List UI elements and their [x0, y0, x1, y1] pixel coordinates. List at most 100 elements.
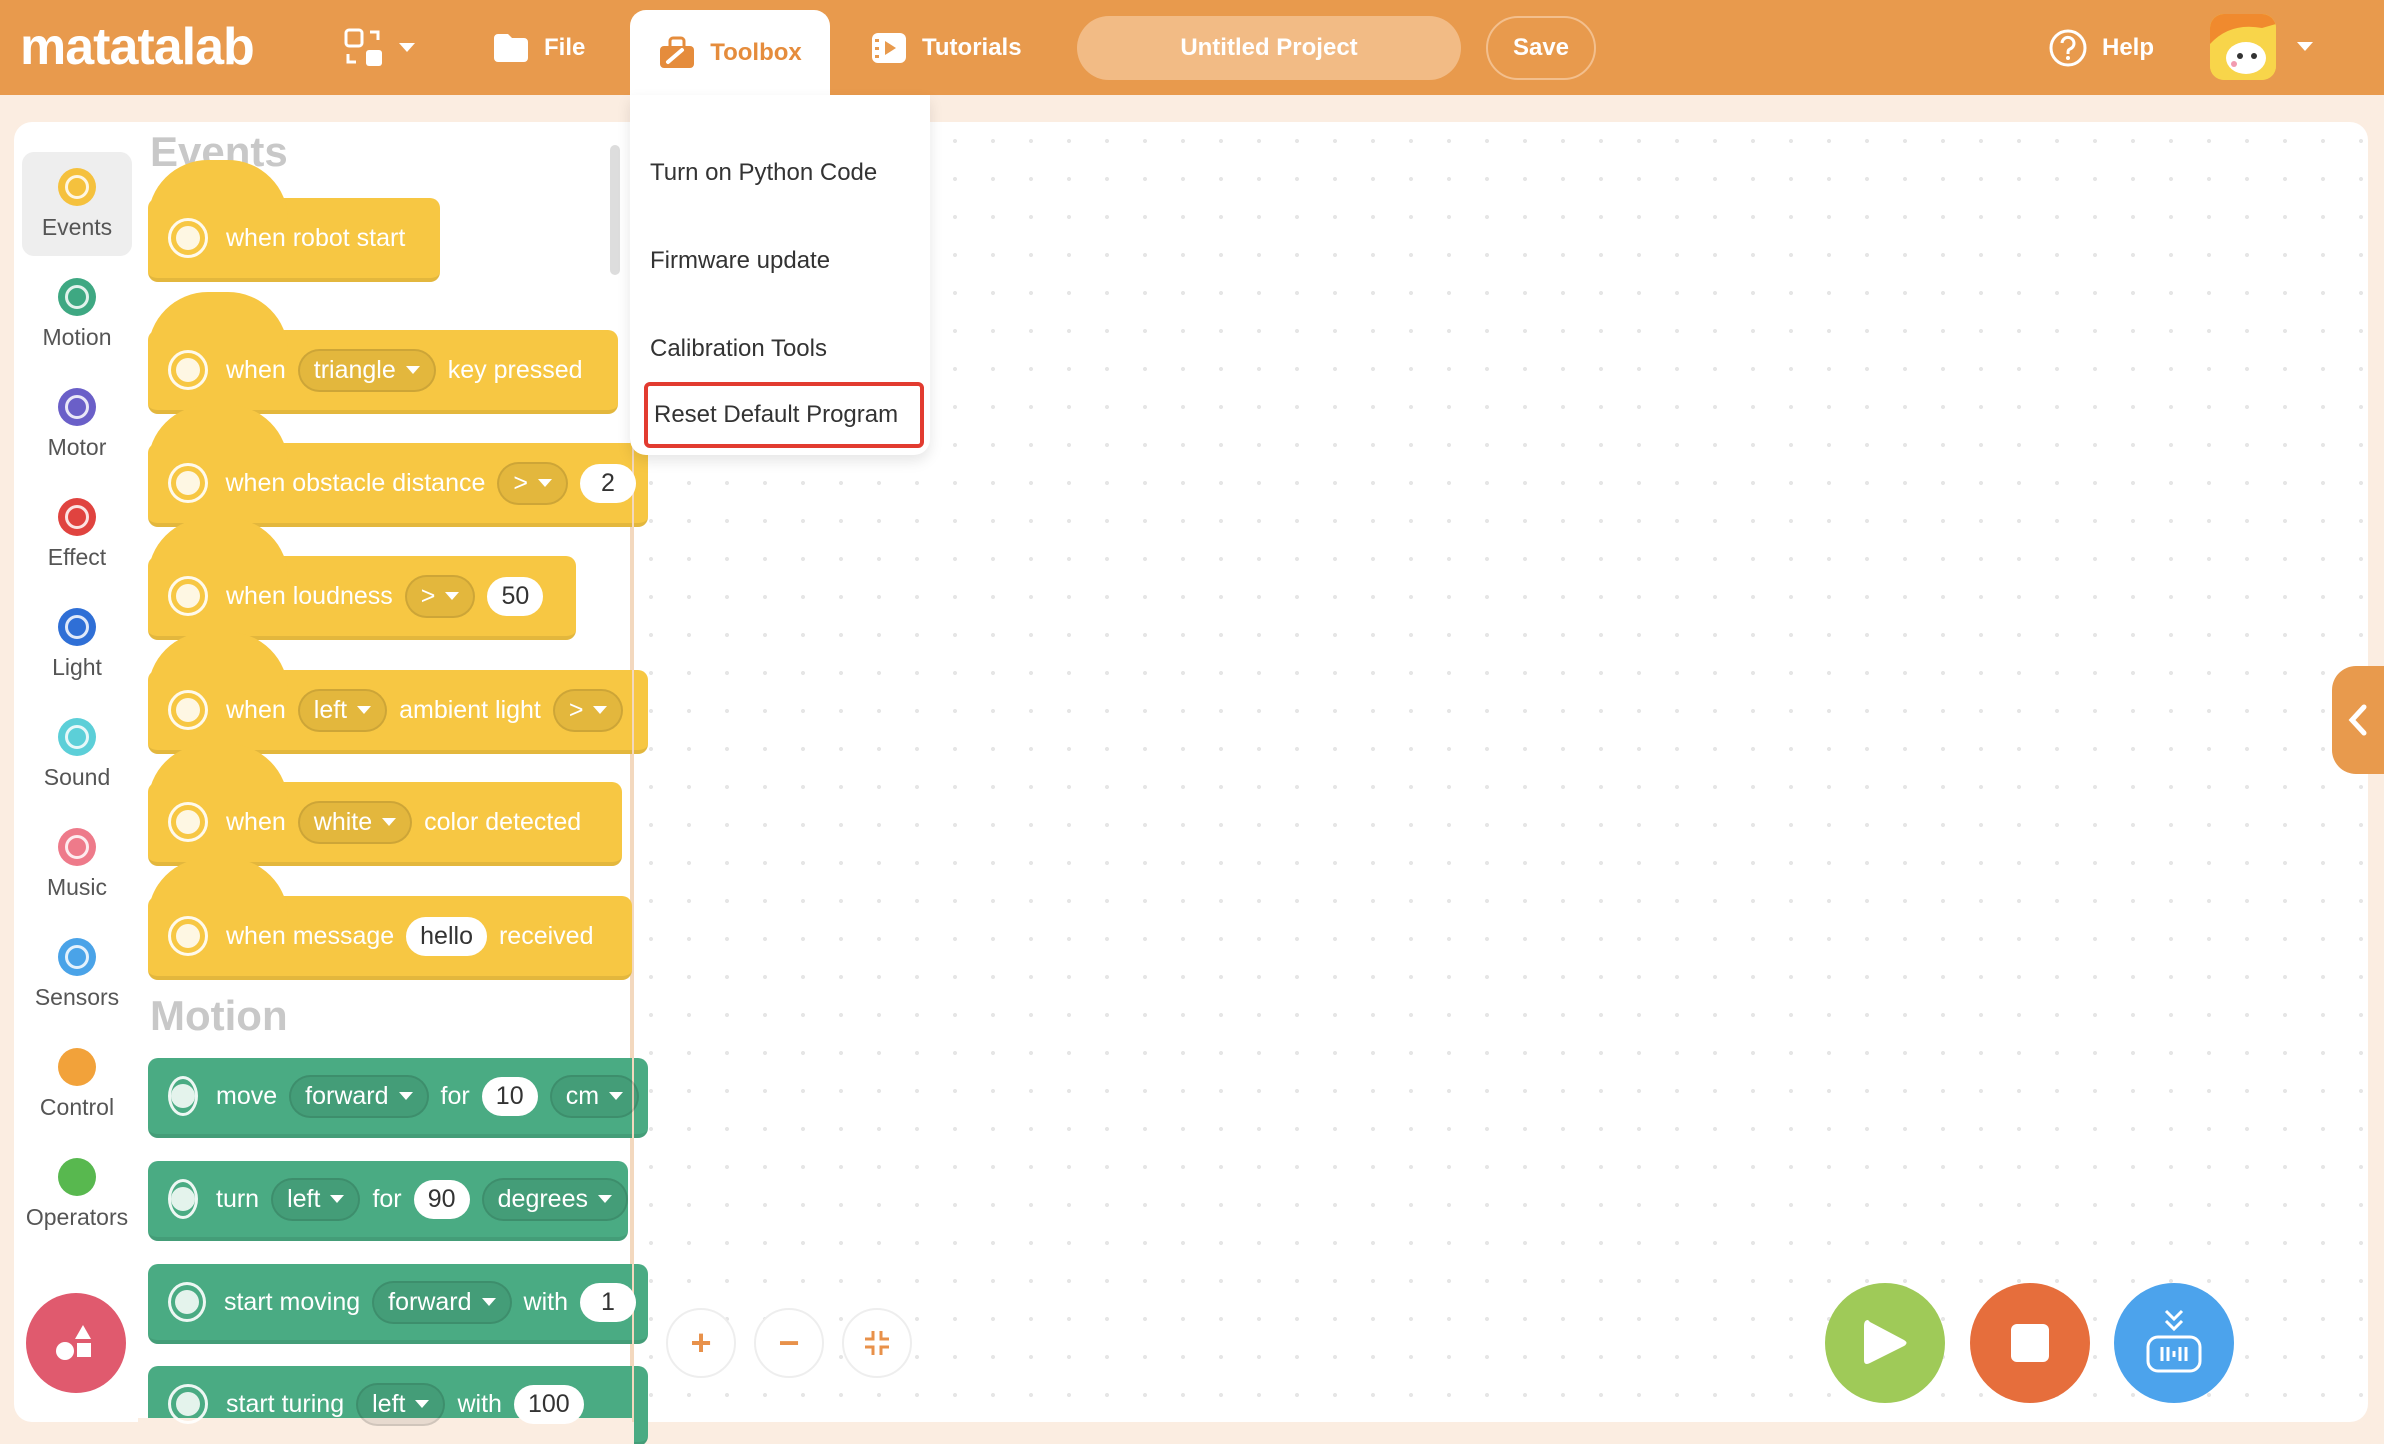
category-label: Effect: [47, 544, 107, 570]
tutorials-menu[interactable]: Tutorials: [870, 0, 1022, 95]
star-icon: [168, 916, 208, 956]
category-label: Music: [46, 874, 108, 900]
block-text: when: [226, 695, 286, 724]
add-extension-button[interactable]: [26, 1293, 126, 1393]
block-when-color-detected[interactable]: when white color detected: [148, 744, 622, 866]
color-dropdown[interactable]: white: [297, 800, 413, 844]
project-name-field[interactable]: Untitled Project: [1077, 16, 1461, 80]
block-text: when: [226, 807, 286, 836]
collapse-panel-tab[interactable]: [2332, 666, 2384, 774]
block-start-moving[interactable]: start moving forward with 1: [148, 1264, 648, 1344]
events-icon: [58, 168, 96, 206]
star-icon: [168, 690, 208, 730]
zoom-reset-button[interactable]: [842, 1308, 912, 1378]
value-input[interactable]: 10: [481, 1076, 538, 1116]
block-when-obstacle-distance[interactable]: when obstacle distance > 2: [148, 405, 648, 527]
side-dropdown[interactable]: left: [297, 688, 388, 732]
star-icon: [168, 218, 208, 258]
direction-dropdown[interactable]: forward: [289, 1074, 429, 1118]
key-dropdown[interactable]: triangle: [297, 348, 436, 392]
block-text: when loudness: [226, 581, 393, 610]
category-effect[interactable]: Effect: [22, 482, 132, 586]
direction-dropdown[interactable]: left: [271, 1177, 361, 1221]
category-control[interactable]: Control: [22, 1032, 132, 1136]
run-program-button[interactable]: [1825, 1283, 1945, 1403]
block-text: received: [498, 921, 594, 950]
category-operators[interactable]: Operators: [22, 1142, 132, 1246]
block-when-message-received[interactable]: when message hello received: [148, 858, 632, 980]
value-input[interactable]: 1: [580, 1282, 636, 1322]
category-music[interactable]: Music: [22, 812, 132, 916]
category-events[interactable]: Events: [22, 152, 132, 256]
motion-icon: [58, 278, 96, 316]
play-icon: [1864, 1320, 1907, 1364]
menu-item-reset-default-program[interactable]: Reset Default Program: [644, 382, 924, 448]
motion-icon: [168, 1384, 208, 1424]
operators-icon: [58, 1158, 96, 1196]
sound-icon: [58, 718, 96, 756]
operator-dropdown[interactable]: >: [552, 688, 624, 732]
menu-item-python-code[interactable]: Turn on Python Code: [650, 149, 877, 197]
unit-dropdown[interactable]: degrees: [481, 1177, 628, 1221]
motion-icon: [168, 1179, 198, 1219]
direction-dropdown[interactable]: forward: [372, 1280, 512, 1324]
direction-dropdown[interactable]: left: [356, 1382, 446, 1426]
block-move-forward[interactable]: move forward for 10 cm: [148, 1058, 648, 1138]
block-text: for: [372, 1184, 402, 1213]
stop-icon: [2011, 1324, 2049, 1362]
zoom-out-button[interactable]: −: [754, 1308, 824, 1378]
block-when-loudness[interactable]: when loudness > 50: [148, 518, 576, 640]
message-input[interactable]: hello: [406, 916, 487, 956]
category-label: Operators: [25, 1204, 129, 1230]
light-icon: [58, 608, 96, 646]
unit-dropdown[interactable]: cm: [549, 1074, 640, 1118]
language-switch-button[interactable]: [344, 0, 430, 95]
category-sensors[interactable]: Sensors: [22, 922, 132, 1026]
device-connect-button[interactable]: [2114, 1283, 2234, 1403]
operator-dropdown[interactable]: >: [404, 574, 476, 618]
block-text: start turing: [226, 1389, 345, 1418]
toolbox-dropdown-menu: Turn on Python Code Firmware update Cali…: [630, 95, 930, 455]
chevron-down-icon: [399, 42, 415, 52]
value-input[interactable]: 100: [513, 1384, 584, 1424]
avatar: [2210, 14, 2276, 80]
category-motion[interactable]: Motion: [22, 262, 132, 366]
block-text: start moving: [223, 1287, 361, 1316]
motion-section-title: Motion: [150, 992, 288, 1039]
block-when-key-pressed[interactable]: when triangle key pressed: [148, 292, 618, 414]
value-input[interactable]: 50: [487, 576, 544, 616]
category-sidebar: Events Motion Motor Effect Light Sound M…: [14, 122, 138, 1422]
palette-scrollbar[interactable]: [610, 145, 620, 275]
operator-dropdown[interactable]: >: [497, 461, 568, 505]
help-menu[interactable]: Help: [2048, 0, 2154, 95]
toolbox-menu-tab[interactable]: Toolbox: [630, 10, 830, 95]
tutorials-label: Tutorials: [922, 33, 1022, 61]
file-label: File: [544, 33, 586, 61]
menu-item-calibration-tools[interactable]: Calibration Tools: [650, 325, 827, 373]
sensors-icon: [58, 938, 96, 976]
file-menu[interactable]: File: [492, 0, 585, 95]
menu-item-firmware-update[interactable]: Firmware update: [650, 237, 830, 285]
value-input[interactable]: 2: [580, 463, 636, 503]
save-button[interactable]: Save: [1486, 16, 1596, 80]
category-sound[interactable]: Sound: [22, 702, 132, 806]
category-label: Events: [41, 214, 113, 240]
block-text: when message: [226, 921, 395, 950]
block-text: when: [226, 355, 286, 384]
shapes-icon: [56, 1325, 91, 1360]
category-light[interactable]: Light: [22, 592, 132, 696]
chevron-left-icon: [2348, 704, 2367, 736]
block-when-ambient-light[interactable]: when left ambient light >: [148, 632, 648, 754]
category-label: Sensors: [34, 984, 120, 1010]
category-label: Control: [39, 1094, 115, 1120]
stop-program-button[interactable]: [1970, 1283, 2090, 1403]
block-text: when obstacle distance: [225, 468, 486, 497]
block-turn-left[interactable]: turn left for 90 degrees: [148, 1161, 628, 1241]
user-menu[interactable]: [2210, 14, 2314, 80]
value-input[interactable]: 90: [413, 1179, 470, 1219]
category-motor[interactable]: Motor: [22, 372, 132, 476]
zoom-in-button[interactable]: +: [666, 1308, 736, 1378]
block-text: ambient light: [399, 695, 541, 724]
toolbox-icon: [660, 36, 695, 68]
block-when-robot-start[interactable]: when robot start: [148, 160, 440, 282]
